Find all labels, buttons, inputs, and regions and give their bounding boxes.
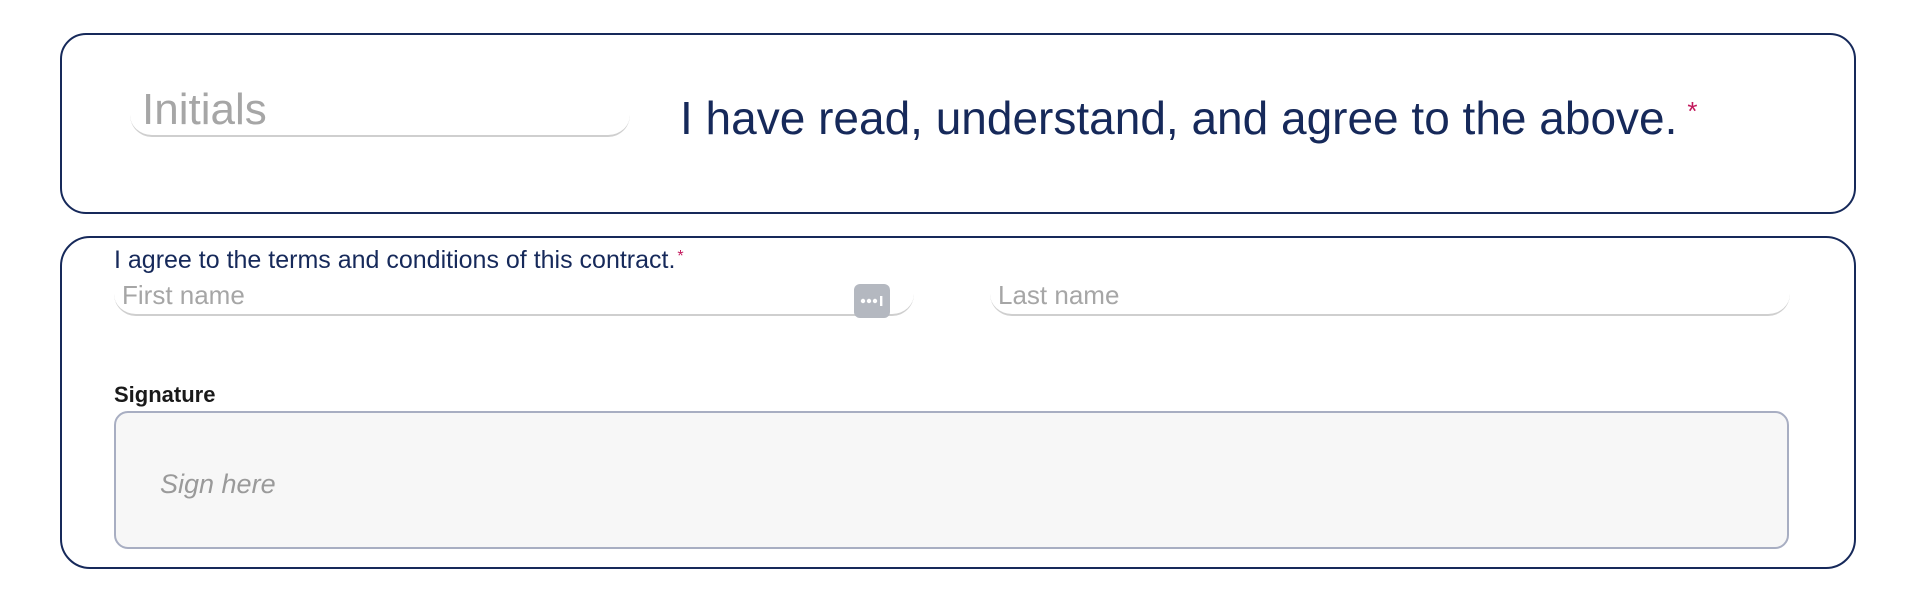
required-asterisk: * (677, 248, 684, 265)
required-asterisk: * (1687, 96, 1698, 126)
contract-card: I agree to the terms and conditions of t… (60, 236, 1856, 569)
first-name-input[interactable] (114, 276, 914, 316)
signature-label: Signature (114, 382, 216, 407)
initials-card: I have read, understand, and agree to th… (60, 33, 1856, 214)
signature-pad[interactable]: Sign here (114, 411, 1789, 549)
terms-label-text: I agree to the terms and conditions of t… (114, 246, 676, 274)
terms-label: I agree to the terms and conditions of t… (114, 246, 684, 275)
signature-placeholder: Sign here (160, 469, 276, 499)
agree-statement-text: I have read, understand, and agree to th… (680, 92, 1678, 144)
more-dots-glyph (860, 296, 883, 306)
last-name-input[interactable] (990, 276, 1790, 316)
agree-statement: I have read, understand, and agree to th… (680, 91, 1698, 145)
initials-input[interactable] (130, 85, 630, 137)
more-dots-icon[interactable] (854, 284, 890, 318)
